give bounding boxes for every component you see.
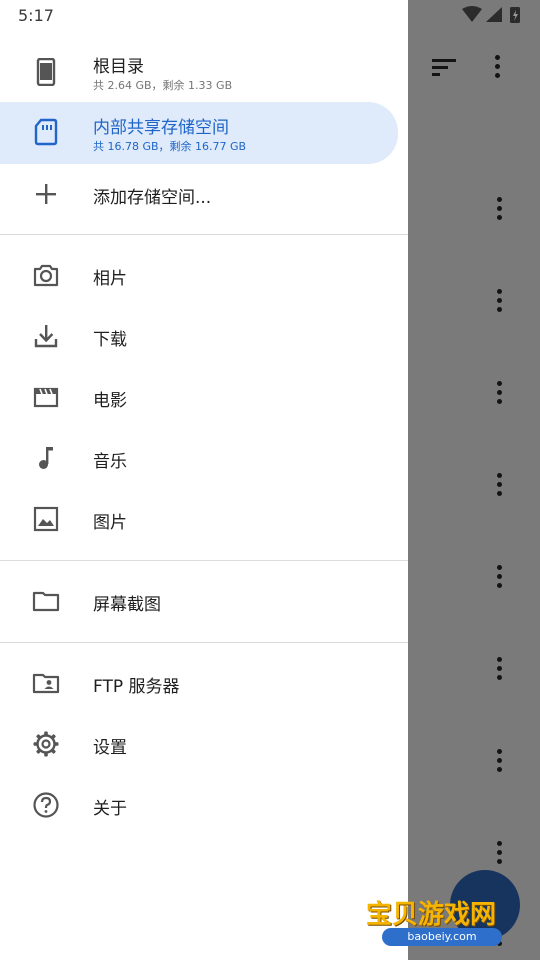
drawer-item-label: FTP 服务器 [93,677,180,697]
drawer-item-root[interactable]: 根目录 共 2.64 GB，剩余 1.33 GB [0,44,408,100]
drawer-item-label: 添加存储空间... [93,188,212,208]
drawer-item-add-storage[interactable]: 添加存储空间... [0,166,408,222]
navigation-drawer: 5:17 根目录 共 2.64 GB，剩余 1.33 GB 内部共享存储空间 共… [0,0,408,960]
watermark-logo: 宝贝游戏网 baobeiy.com [366,870,526,950]
drawer-item-label: 下载 [93,330,127,350]
image-icon [33,506,59,532]
status-time: 5:17 [18,6,54,25]
phone-icon [36,58,56,86]
drawer-divider [0,642,408,643]
drawer-item-downloads[interactable]: 下载 [0,308,408,364]
drawer-item-movies[interactable]: 电影 [0,369,408,425]
download-icon [34,325,58,348]
drawer-item-screenshots[interactable]: 屏幕截图 [0,573,408,629]
watermark-url: baobeiy.com [382,928,502,946]
drawer-item-music[interactable]: 音乐 [0,430,408,486]
folder-icon [32,591,60,612]
plus-icon [36,184,56,204]
drawer-item-label: 音乐 [93,452,127,472]
camera-icon [33,264,59,287]
drawer-item-about[interactable]: 关于 [0,777,408,833]
drawer-item-label: 相片 [93,269,127,289]
drawer-item-label: 屏幕截图 [93,595,161,615]
drawer-item-ftp-server[interactable]: FTP 服务器 [0,655,408,711]
drawer-item-label: 电影 [93,391,127,411]
sd-card-icon [34,118,58,146]
music-icon [39,447,53,469]
signal-icon [486,7,502,22]
drawer-divider [0,560,408,561]
storage-usage: 共 16.78 GB，剩余 16.77 GB [93,140,247,153]
status-icons [462,6,520,23]
ftp-folder-icon [32,673,60,694]
storage-usage: 共 2.64 GB，剩余 1.33 GB [93,79,233,92]
watermark-title: 宝贝游戏网 [366,900,497,930]
drawer-item-settings[interactable]: 设置 [0,716,408,772]
wifi-icon [462,6,482,22]
drawer-item-label: 设置 [93,738,127,758]
drawer-item-internal-storage[interactable]: 内部共享存储空间 共 16.78 GB，剩余 16.77 GB [0,102,398,164]
help-icon [33,792,59,818]
drawer-divider [0,234,408,235]
drawer-item-label: 关于 [93,799,127,819]
drawer-item-label: 图片 [93,513,127,533]
drawer-item-label: 根目录 [93,57,144,77]
drawer-item-photos[interactable]: 相片 [0,247,408,303]
drawer-item-label: 内部共享存储空间 [93,118,229,138]
movie-icon [33,387,59,408]
drawer-item-images[interactable]: 图片 [0,491,408,547]
gear-icon [33,731,59,757]
